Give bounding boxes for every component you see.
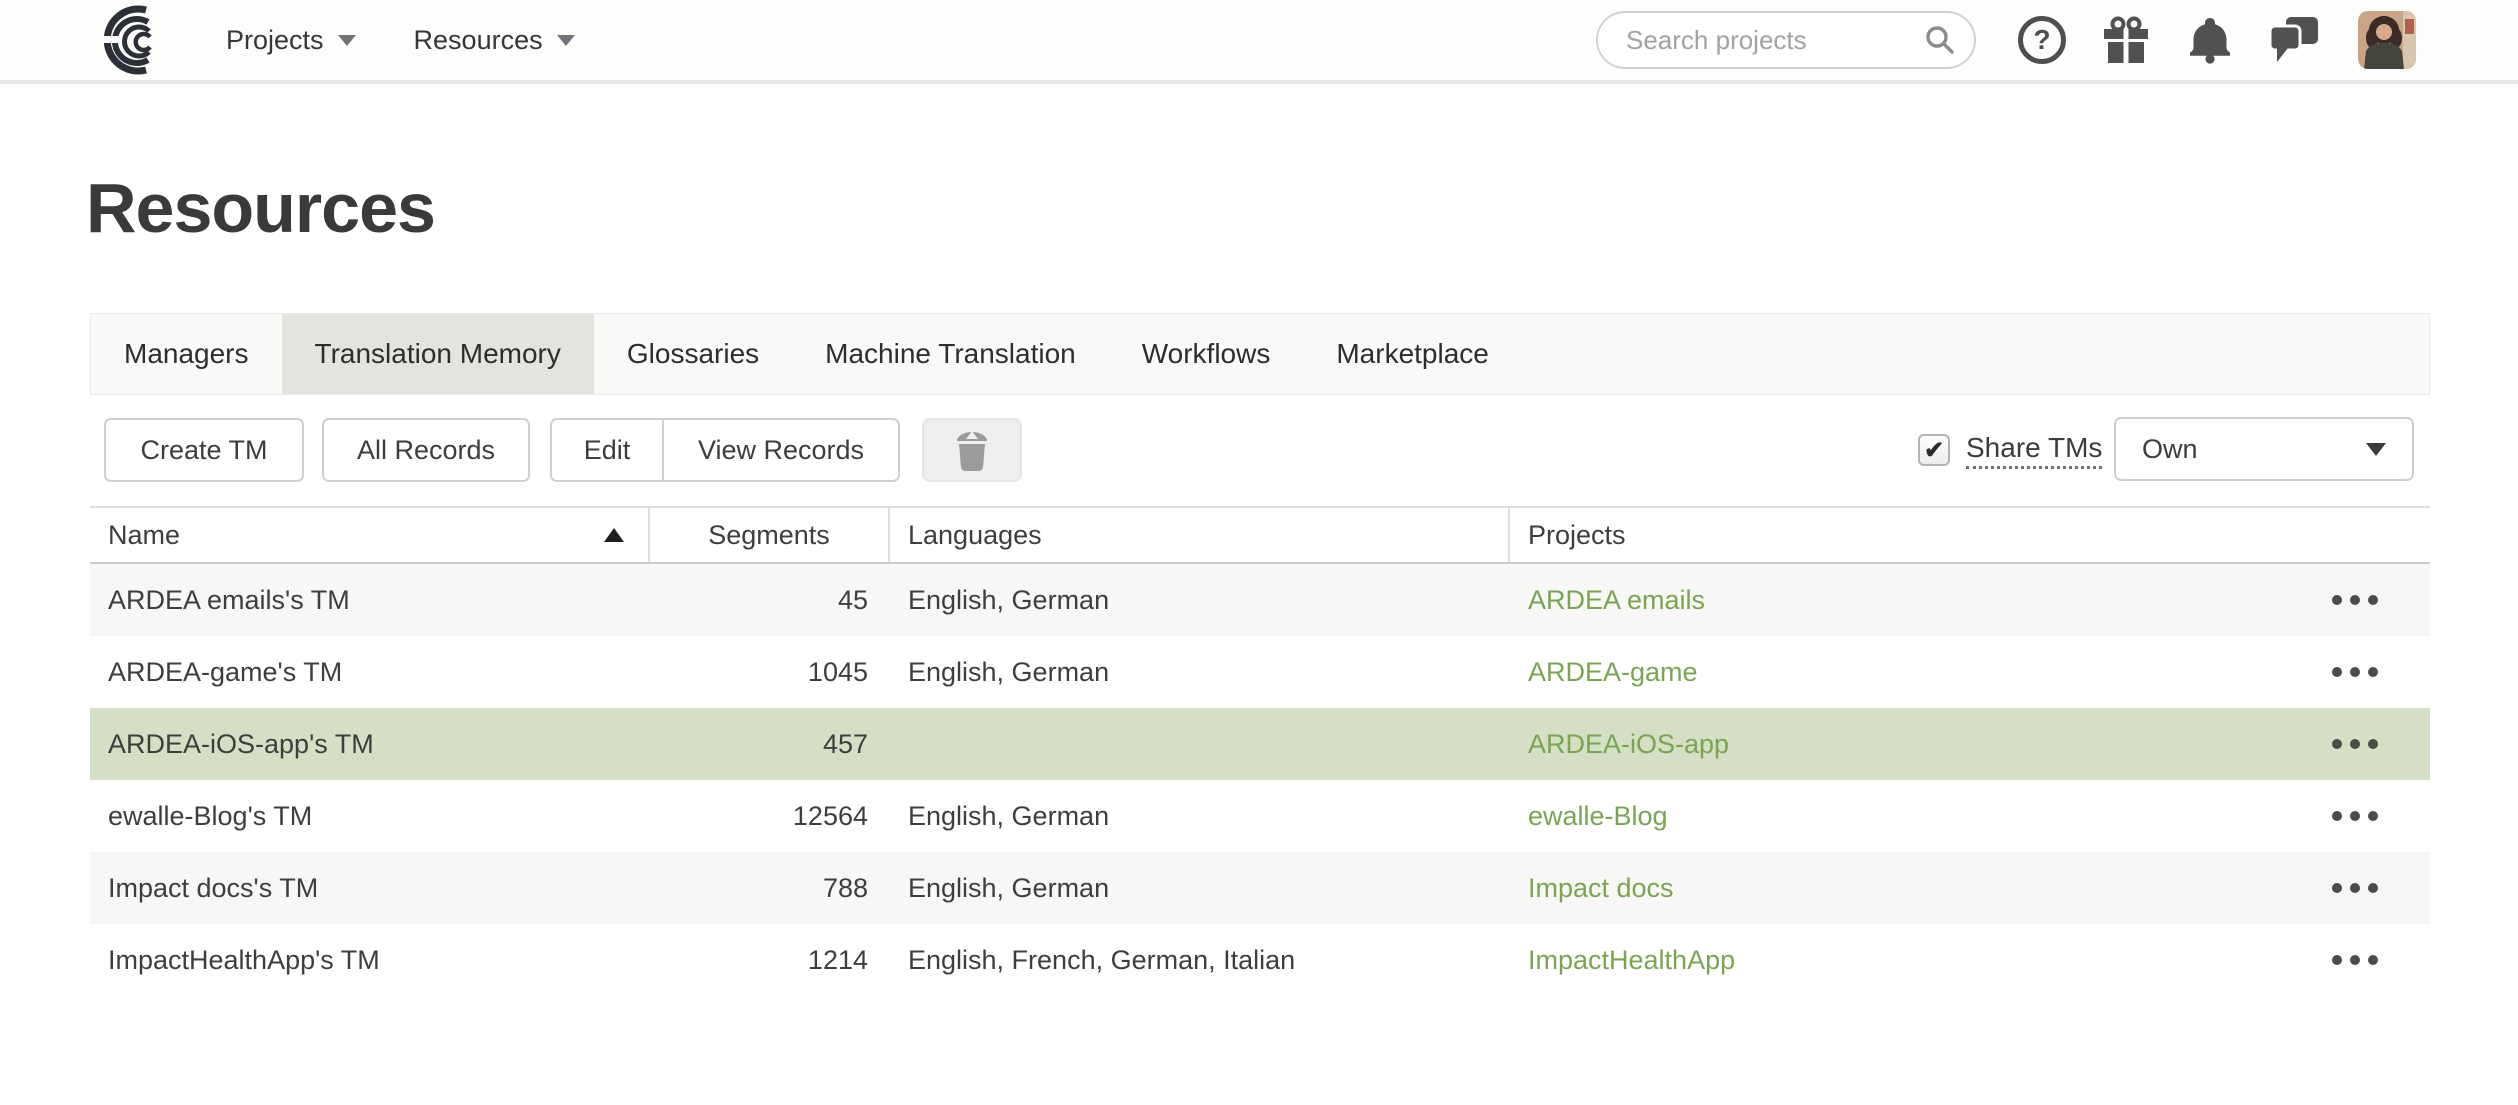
help-icon: ? [2018, 16, 2066, 64]
chevron-down-icon [338, 35, 356, 46]
tm-name: ARDEA-game's TM [90, 657, 650, 688]
sort-ascending-icon [604, 528, 624, 542]
topbar-icon-group: ? [2000, 0, 2336, 82]
table-row[interactable]: ARDEA-game's TM 1045 English, German ARD… [90, 636, 2430, 708]
share-tms-control: ✔ Share TMs [1918, 418, 2102, 482]
tm-name: ewalle-Blog's TM [90, 801, 650, 832]
topbar: Projects Resources ? [0, 0, 2518, 84]
table-row[interactable]: ARDEA emails's TM 45 English, German ARD… [90, 564, 2430, 636]
tab-machine-translation[interactable]: Machine Translation [792, 314, 1109, 394]
row-menu-button[interactable] [2326, 871, 2384, 905]
chevron-down-icon [557, 35, 575, 46]
tm-table: Name Segments Languages Projects ARDEA e… [90, 506, 2430, 996]
delete-button[interactable] [922, 418, 1022, 482]
tm-name: ImpactHealthApp's TM [90, 945, 650, 976]
bell-icon [2189, 16, 2231, 64]
help-glyph: ? [2033, 24, 2050, 56]
tm-segments: 788 [650, 873, 890, 904]
trash-icon [954, 428, 990, 472]
row-menu-button[interactable] [2326, 727, 2384, 761]
project-link[interactable]: ARDEA emails [1528, 585, 1705, 616]
edit-button[interactable]: Edit [552, 420, 664, 480]
notifications-button[interactable] [2168, 0, 2252, 82]
tab-managers[interactable]: Managers [91, 314, 282, 394]
tab-translation-memory[interactable]: Translation Memory [282, 314, 594, 394]
column-header-name[interactable]: Name [90, 508, 650, 562]
tm-languages: English, German [890, 585, 1510, 616]
project-link[interactable]: ewalle-Blog [1528, 801, 1668, 832]
edit-view-button-group: Edit View Records [550, 418, 900, 482]
tab-glossaries[interactable]: Glossaries [594, 314, 792, 394]
select-arrow-icon [2366, 443, 2386, 456]
nav-resources-label: Resources [414, 25, 543, 56]
project-link[interactable]: ARDEA-iOS-app [1528, 729, 1729, 760]
row-menu-button[interactable] [2326, 799, 2384, 833]
messages-button[interactable] [2252, 0, 2336, 82]
search-icon[interactable] [1924, 24, 1956, 56]
tm-name: ARDEA-iOS-app's TM [90, 729, 650, 760]
tm-languages: English, German [890, 801, 1510, 832]
create-tm-button[interactable]: Create TM [104, 418, 304, 482]
gift-button[interactable] [2084, 0, 2168, 82]
all-records-button[interactable]: All Records [322, 418, 530, 482]
tm-filter-select[interactable]: Own [2114, 417, 2414, 481]
table-header: Name Segments Languages Projects [90, 506, 2430, 564]
search-box[interactable] [1596, 11, 1976, 69]
column-header-projects[interactable]: Projects [1510, 508, 2430, 562]
tm-segments: 457 [650, 729, 890, 760]
resources-tab-bar: Managers Translation Memory Glossaries M… [90, 313, 2430, 395]
tm-segments: 45 [650, 585, 890, 616]
page-title: Resources [86, 168, 435, 248]
tm-name: Impact docs's TM [90, 873, 650, 904]
tm-segments: 1045 [650, 657, 890, 688]
tm-name: ARDEA emails's TM [90, 585, 650, 616]
table-row[interactable]: Impact docs's TM 788 English, German Imp… [90, 852, 2430, 924]
row-menu-button[interactable] [2326, 943, 2384, 977]
search-input[interactable] [1626, 25, 1924, 56]
nav-projects-label: Projects [226, 25, 324, 56]
share-tms-label[interactable]: Share TMs [1966, 432, 2102, 469]
column-header-segments[interactable]: Segments [650, 508, 890, 562]
project-link[interactable]: ARDEA-game [1528, 657, 1698, 688]
project-link[interactable]: ImpactHealthApp [1528, 945, 1735, 976]
column-header-languages[interactable]: Languages [890, 508, 1510, 562]
project-link[interactable]: Impact docs [1528, 873, 1674, 904]
tm-languages: English, French, German, Italian [890, 945, 1510, 976]
avatar[interactable] [2358, 11, 2416, 69]
table-row[interactable]: ewalle-Blog's TM 12564 English, German e… [90, 780, 2430, 852]
checkmark-icon: ✔ [1924, 436, 1944, 465]
table-row-selected[interactable]: ARDEA-iOS-app's TM 457 ARDEA-iOS-app [90, 708, 2430, 780]
app-logo-icon[interactable] [94, 5, 164, 75]
table-row[interactable]: ImpactHealthApp's TM 1214 English, Frenc… [90, 924, 2430, 996]
row-menu-button[interactable] [2326, 583, 2384, 617]
chat-icon [2270, 17, 2318, 63]
nav-resources-menu[interactable]: Resources [414, 25, 575, 56]
share-tms-checkbox[interactable]: ✔ [1918, 434, 1950, 466]
gift-icon [2103, 16, 2149, 64]
tm-filter-value: Own [2142, 434, 2198, 465]
tab-workflows[interactable]: Workflows [1109, 314, 1304, 394]
nav-projects-menu[interactable]: Projects [226, 25, 356, 56]
tm-segments: 12564 [650, 801, 890, 832]
help-button[interactable]: ? [2000, 0, 2084, 82]
row-menu-button[interactable] [2326, 655, 2384, 689]
view-records-button[interactable]: View Records [664, 420, 898, 480]
tm-languages: English, German [890, 873, 1510, 904]
tm-segments: 1214 [650, 945, 890, 976]
tm-languages: English, German [890, 657, 1510, 688]
tab-marketplace[interactable]: Marketplace [1303, 314, 1522, 394]
main-nav: Projects Resources [226, 25, 575, 56]
